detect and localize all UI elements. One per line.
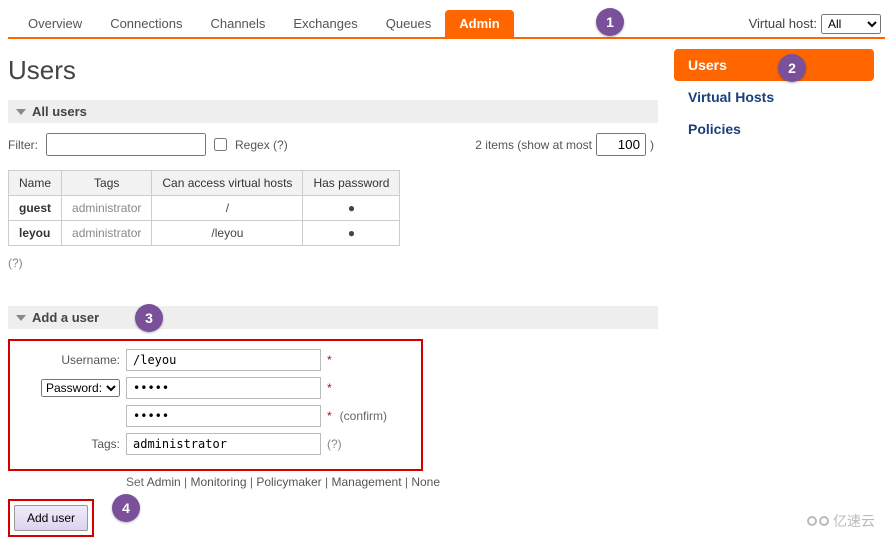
collapse-icon [16,109,26,115]
col-password[interactable]: Has password [303,171,400,196]
tab-exchanges[interactable]: Exchanges [279,10,371,37]
cell-vhosts: / [152,196,303,221]
collapse-icon [16,315,26,321]
section-all-users[interactable]: All users [8,100,658,123]
tag-shortcuts: Set Admin | Monitoring | Policymaker | M… [126,475,658,489]
cell-tags: administrator [62,196,152,221]
shortcut-admin[interactable]: Admin [147,475,181,489]
col-name[interactable]: Name [9,171,62,196]
cell-vhosts: /leyou [152,221,303,246]
items-suffix: ) [650,138,654,152]
sidebar-item-vhosts[interactable]: Virtual Hosts [674,81,874,113]
vhost-selector: Virtual host: All [749,14,885,34]
filter-input[interactable] [46,133,206,156]
sidebar-item-users[interactable]: Users [674,49,874,81]
tags-help[interactable]: (?) [327,437,342,451]
username-input[interactable] [126,349,321,371]
cell-name[interactable]: guest [9,196,62,221]
tab-connections[interactable]: Connections [96,10,196,37]
sidebar-item-policies[interactable]: Policies [674,113,874,145]
annotation-4: 4 [112,494,140,522]
tab-channels[interactable]: Channels [196,10,279,37]
annotation-3: 3 [135,304,163,332]
tags-label: Tags: [16,437,126,451]
annotation-2: 2 [778,54,806,82]
items-count: 2 items (show at most [475,138,592,152]
tab-queues[interactable]: Queues [372,10,446,37]
annotation-1: 1 [596,8,624,36]
shortcut-management[interactable]: Management [331,475,401,489]
watermark: 亿速云 [807,511,875,531]
help-link[interactable]: (?) [8,256,23,270]
password-confirm-input[interactable] [126,405,321,427]
tags-input[interactable] [126,433,321,455]
vhost-label: Virtual host: [749,16,817,31]
items-max-input[interactable] [596,133,646,156]
watermark-logo-icon [807,516,829,526]
add-user-button[interactable]: Add user [14,505,88,531]
cell-password: ● [303,196,400,221]
section-all-users-label: All users [32,104,87,119]
filter-label: Filter: [8,138,38,152]
required-marker: * [327,353,332,367]
top-nav: Overview Connections Channels Exchanges … [8,4,885,39]
table-row[interactable]: guest administrator / ● [9,196,400,221]
password-input[interactable] [126,377,321,399]
vhost-select[interactable]: All [821,14,881,34]
watermark-text: 亿速云 [833,511,875,531]
cell-tags: administrator [62,221,152,246]
page-title: Users [8,55,658,86]
add-user-form: Username: * Password: * * (confirm) Tags… [8,339,423,471]
table-header-row: Name Tags Can access virtual hosts Has p… [9,171,400,196]
shortcut-none[interactable]: None [411,475,440,489]
tab-overview[interactable]: Overview [14,10,96,37]
col-vhosts[interactable]: Can access virtual hosts [152,171,303,196]
required-marker: * [327,409,332,423]
section-add-user[interactable]: Add a user [8,306,658,329]
confirm-label: (confirm) [340,409,387,423]
shortcut-policymaker[interactable]: Policymaker [256,475,321,489]
table-row[interactable]: leyou administrator /leyou ● [9,221,400,246]
tab-admin[interactable]: Admin [445,10,513,37]
cell-password: ● [303,221,400,246]
submit-wrap: Add user [8,499,94,537]
cell-name[interactable]: leyou [9,221,62,246]
required-marker: * [327,381,332,395]
filter-row: Filter: Regex (?) 2 items (show at most … [8,133,658,156]
users-table: Name Tags Can access virtual hosts Has p… [8,170,400,246]
regex-checkbox[interactable] [214,138,227,151]
regex-label: Regex (?) [235,138,288,152]
section-add-user-label: Add a user [32,310,99,325]
shortcuts-prefix: Set [126,475,147,489]
password-type-select[interactable]: Password: [41,379,120,397]
username-label: Username: [16,353,126,367]
shortcut-monitoring[interactable]: Monitoring [191,475,247,489]
col-tags[interactable]: Tags [62,171,152,196]
